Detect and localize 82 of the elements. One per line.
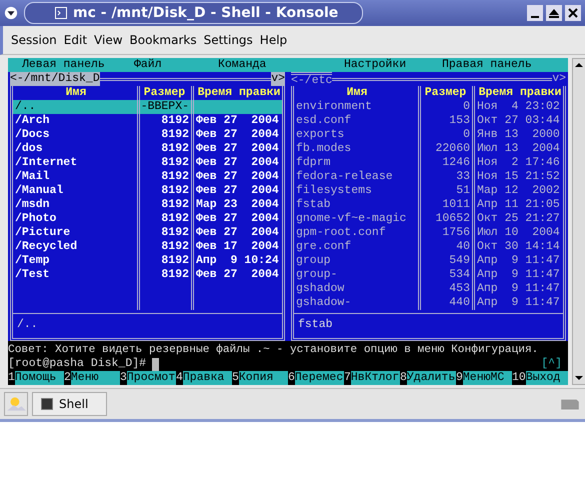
menu-item[interactable]: Help xyxy=(260,33,288,47)
menu-item[interactable]: Настройки xyxy=(344,58,442,72)
file-row[interactable]: fstab 1011 Апр 11 21:05 xyxy=(294,198,563,212)
menu-item[interactable]: Bookmarks xyxy=(130,33,197,47)
key-number: 3 xyxy=(120,371,127,385)
file-row[interactable]: gshadow- 440 Апр 9 11:47 xyxy=(294,296,563,310)
column-header: Время правки xyxy=(472,86,563,100)
shell-prompt: [root@pasha Disk_D]# xyxy=(8,357,146,371)
function-key-button[interactable]: Копия xyxy=(238,371,288,385)
terminal-icon xyxy=(41,398,53,410)
menu-item[interactable]: Левая панель xyxy=(22,58,134,72)
file-row[interactable]: group 549 Апр 9 11:47 xyxy=(294,254,563,268)
panel-corner-control[interactable]: v> xyxy=(552,72,566,86)
function-key-button[interactable]: Меню xyxy=(70,371,120,385)
file-row[interactable]: environment 0 Ноя 4 23:02 xyxy=(294,100,563,114)
file-row[interactable]: /Test 8192 Фев 27 2004 xyxy=(13,268,282,282)
window-title: mc - /mnt/Disk_D - Shell - Konsole xyxy=(24,2,364,24)
function-key-button[interactable]: Выход xyxy=(526,371,568,385)
file-row[interactable]: /Temp 8192 Апр 9 10:24 xyxy=(13,254,282,268)
close-icon[interactable] xyxy=(565,5,581,21)
panel-corner-control[interactable]: v> xyxy=(271,72,285,86)
file-row[interactable]: filesystems 51 Мар 12 2002 xyxy=(294,184,563,198)
terminal-icon xyxy=(55,7,67,19)
file-row[interactable]: fdprm 1246 Ноя 2 17:46 xyxy=(294,156,563,170)
file-row[interactable]: /Internet 8192 Фев 27 2004 xyxy=(13,156,282,170)
file-row[interactable]: gnome-vf~e-magic 10652 Окт 25 21:27 xyxy=(294,212,563,226)
file-row[interactable]: fedora-release 33 Ноя 15 21:52 xyxy=(294,170,563,184)
minimize-icon[interactable] xyxy=(527,5,543,21)
key-number: 7 xyxy=(344,371,351,385)
file-row[interactable]: /Recycled 8192 Фев 17 2004 xyxy=(13,240,282,254)
file-row[interactable]: esd.conf 153 Окт 27 03:44 xyxy=(294,114,563,128)
column-header: Имя xyxy=(346,86,368,100)
text-cursor xyxy=(152,358,160,370)
file-row[interactable]: /Docs 8192 Фев 27 2004 xyxy=(13,128,282,142)
window-menu-icon[interactable] xyxy=(4,6,18,20)
key-number: 1 xyxy=(8,371,15,385)
function-key-button[interactable]: Перемес xyxy=(294,371,344,385)
file-row[interactable]: /dos 8192 Фев 27 2004 xyxy=(13,142,282,156)
key-number: 9 xyxy=(456,371,463,385)
menu-item[interactable]: Edit xyxy=(64,33,88,47)
key-number: 4 xyxy=(176,371,183,385)
panel-status: /.. xyxy=(16,317,39,333)
menu-item[interactable]: Команда xyxy=(218,58,344,72)
menu-item[interactable]: Settings xyxy=(204,33,253,47)
maximize-icon[interactable] xyxy=(546,5,562,21)
file-row[interactable]: /Arch 8192 Фев 27 2004 xyxy=(13,114,282,128)
panel-path: <-/mnt/Disk_D xyxy=(10,72,100,86)
panel-status: fstab xyxy=(297,317,334,333)
key-number: 6 xyxy=(288,371,295,385)
file-row[interactable]: exports 0 Янв 13 2000 xyxy=(294,128,563,142)
scrollbar[interactable] xyxy=(572,58,585,385)
function-key-button[interactable]: МенюМС xyxy=(462,371,512,385)
file-row[interactable]: /.. -ВВЕРХ- xyxy=(13,100,282,114)
column-header: Имя xyxy=(64,86,88,100)
menu-item[interactable]: View xyxy=(94,33,123,47)
function-key-button[interactable]: Помощь xyxy=(14,371,64,385)
function-key-button[interactable]: Удалить xyxy=(406,371,456,385)
file-row[interactable]: /Photo 8192 Фев 27 2004 xyxy=(13,212,282,226)
menu-item[interactable]: Правая панель xyxy=(442,58,532,72)
file-row[interactable]: /msdn 8192 Мар 23 2004 xyxy=(13,198,282,212)
hint-text: Совет: Хотите видеть резервные файлы .~ - установите опцию в меню Конфигурация. xyxy=(8,342,540,357)
function-key-button[interactable]: НвКтлог xyxy=(350,371,400,385)
key-number: 8 xyxy=(400,371,407,385)
file-row[interactable]: fb.modes 22060 Июл 13 2004 xyxy=(294,142,563,156)
file-row[interactable]: /Manual 8192 Фев 27 2004 xyxy=(13,184,282,198)
function-key-button[interactable]: Просмот xyxy=(126,371,176,385)
file-row[interactable]: group- 534 Апр 9 11:47 xyxy=(294,268,563,282)
file-row[interactable]: gpm-root.conf 1756 Июл 10 2004 xyxy=(294,226,563,240)
key-number: 5 xyxy=(232,371,239,385)
menu-item[interactable]: Файл xyxy=(134,58,218,72)
taskbar-button[interactable]: Shell xyxy=(32,392,108,416)
menu-item[interactable]: Session xyxy=(11,33,57,47)
function-key-button[interactable]: Правка xyxy=(182,371,232,385)
file-row[interactable]: gre.conf 40 Окт 30 14:14 xyxy=(294,240,563,254)
key-number: 2 xyxy=(64,371,71,385)
column-header: Размер xyxy=(418,86,472,100)
panel-path: <-/etc xyxy=(291,72,332,86)
file-row[interactable]: /Picture 8192 Фев 27 2004 xyxy=(13,226,282,240)
file-row[interactable]: gshadow 453 Апр 9 11:47 xyxy=(294,282,563,296)
file-row[interactable]: /Mail 8192 Фев 27 2004 xyxy=(13,170,282,184)
history-button[interactable]: [^] xyxy=(541,357,568,371)
key-number: 10 xyxy=(512,371,526,385)
